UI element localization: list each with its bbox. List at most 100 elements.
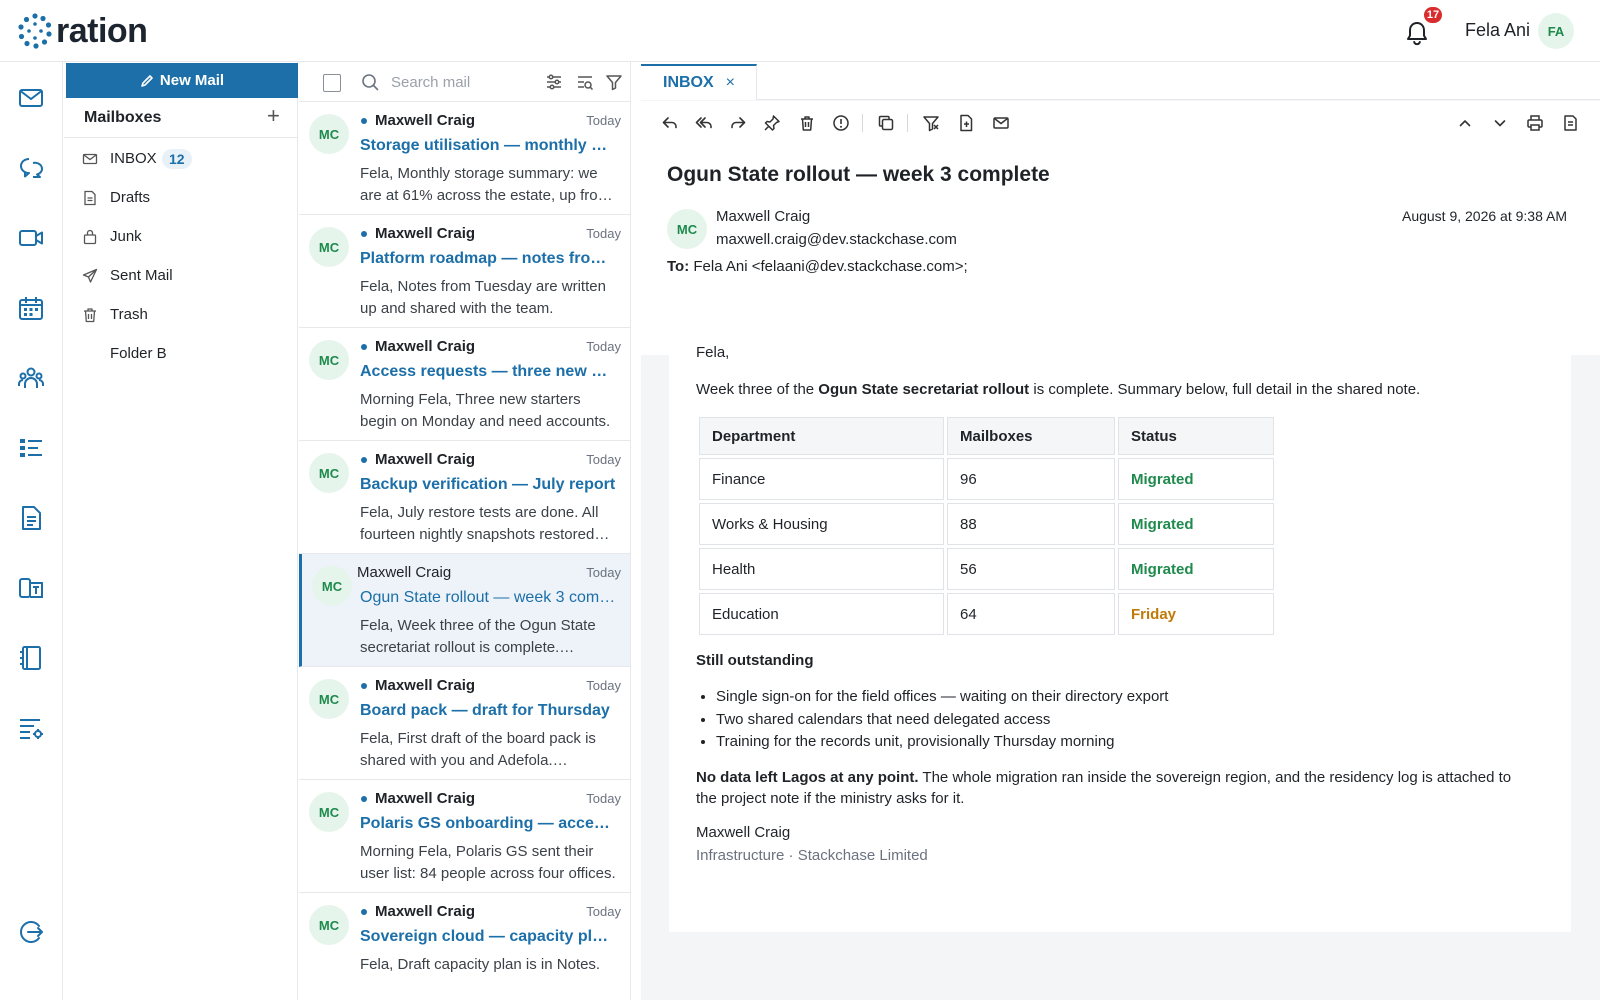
source-icon[interactable] [1561,114,1579,132]
intro-paragraph: Week three of the Ogun State secretariat… [696,381,1420,398]
greeting: Fela, [696,344,730,361]
list-item[interactable]: MC Maxwell Craig Today Platform roadmap … [299,215,630,328]
message-subject: Storage utilisation — monthly summary [360,137,616,154]
message-preview: Fela, July restore tests are done. All f… [360,504,599,543]
folder-inbox[interactable]: INBOX 12 [64,141,298,177]
outstanding-heading: Still outstanding [696,652,814,669]
video-icon[interactable] [17,224,45,252]
list-item-selected[interactable]: MC Maxwell Craig Today Ogun State rollou… [299,554,630,667]
message-subject: Board pack — draft for Thursday [360,702,610,719]
tab-close-button[interactable]: × [726,74,735,92]
status-cell: Friday [1118,593,1274,635]
trash-icon [84,308,96,323]
mail-icon[interactable] [17,84,45,112]
pin-icon[interactable] [763,114,781,132]
copy-icon[interactable] [877,114,895,132]
translate-icon[interactable] [17,574,45,602]
list-item[interactable]: MC Maxwell Craig Today Backup verificati… [299,441,630,554]
logout-icon[interactable] [17,918,45,946]
unread-dot [361,909,367,915]
sender-avatar: MC [309,453,349,493]
sender-name: Maxwell Craig [375,338,476,355]
signature-org: Infrastructure · Stackchase Limited [696,847,928,864]
list-item[interactable]: MC Maxwell Craig Today Storage utilisati… [299,102,630,215]
book-icon[interactable] [17,644,45,672]
list-item[interactable]: MC Maxwell Craig Today Access requests —… [299,328,630,441]
search-input[interactable] [391,70,531,94]
envelope-icon[interactable] [992,114,1010,132]
tab-inbox[interactable]: INBOX × [641,64,757,100]
mailboxes-cell: 56 [947,548,1115,590]
delete-icon[interactable] [798,114,816,132]
status-cell: Migrated [1118,458,1274,500]
unread-dot [361,344,367,350]
department-cell: Finance [699,458,944,500]
settings-list-icon[interactable] [17,714,45,742]
add-folder-button[interactable]: + [267,104,280,128]
message-date: Today [586,452,621,467]
report-icon[interactable] [832,114,850,132]
tasks-icon[interactable] [17,434,45,462]
unread-dot [361,231,367,237]
previous-message-icon[interactable] [1456,114,1474,132]
outstanding-list: Single sign-on for the field offices — w… [714,686,1168,754]
reply-all-icon[interactable] [695,114,713,132]
folder-drafts[interactable]: Drafts [64,180,298,216]
folder-sent[interactable]: Sent Mail [64,258,298,294]
new-mail-button[interactable]: New Mail [66,63,298,98]
sender-name[interactable]: Maxwell Craig [716,208,810,225]
people-icon[interactable] [17,364,45,392]
message-list: MC Maxwell Craig Today Storage utilisati… [299,62,631,1000]
top-bar: ration 17 Fela Ani FA [0,0,1600,62]
folder-trash[interactable]: Trash [64,297,298,333]
sliders-icon[interactable] [545,73,563,91]
toolbar-divider [907,114,908,132]
list-item[interactable]: MC Maxwell Craig Today Sovereign cloud —… [299,893,630,1000]
select-all-checkbox[interactable] [323,74,341,92]
column-header: Department [699,417,944,455]
user-avatar[interactable]: FA [1538,13,1574,49]
list-item[interactable]: MC Maxwell Craig Today Board pack — draf… [299,667,630,780]
folder-label: Junk [110,228,142,245]
notes-icon[interactable] [17,504,45,532]
filter-off-icon[interactable] [922,114,940,132]
sender-name: Maxwell Craig [357,564,452,581]
sent-icon [82,268,98,283]
forward-icon[interactable] [729,114,747,132]
app-logo[interactable]: ration [16,12,148,50]
table-row: Health 56 Migrated [699,548,1274,590]
next-message-icon[interactable] [1491,114,1509,132]
sender-email[interactable]: maxwell.craig@dev.stackchase.com [716,231,957,248]
table-row: Finance 96 Migrated [699,458,1274,500]
signature-name: Maxwell Craig [696,824,791,841]
list-item: Two shared calendars that need delegated… [716,709,1168,732]
sender-avatar: MC [309,679,349,719]
drafts-icon [84,190,96,206]
message-date: Today [586,565,621,580]
user-name[interactable]: Fela Ani [1465,20,1530,41]
sender-avatar: MC [309,792,349,832]
table-row: Education 64 Friday [699,593,1274,635]
folder-b[interactable]: Folder B [64,336,298,372]
file-export-icon[interactable] [957,114,975,132]
calendar-icon[interactable] [17,294,45,322]
message-date: Today [586,904,621,919]
sender-name: Maxwell Craig [375,677,476,694]
to-label: To: [667,258,690,275]
folder-junk[interactable]: Junk [64,219,298,255]
reply-icon[interactable] [661,114,679,132]
to-value[interactable]: Fela Ani <felaani@dev.stackchase.com>; [693,258,967,275]
list-item[interactable]: MC Maxwell Craig Today Polaris GS onboar… [299,780,630,893]
print-icon[interactable] [1526,114,1544,132]
message-subject: Sovereign cloud — capacity plan draft [360,928,616,945]
search-list-icon[interactable] [576,73,594,91]
sender-avatar: MC [667,209,707,249]
intro-text: is complete. Summary below, full detail … [1029,381,1421,398]
mailbox-panel: New Mail Mailboxes + INBOX 12 Drafts Jun… [64,62,298,1000]
search-icon [362,74,379,91]
filter-icon[interactable] [605,73,623,91]
chat-icon[interactable] [17,154,45,182]
sender-name: Maxwell Craig [375,790,476,807]
intro-bold: Ogun State secretariat rollout [818,381,1030,398]
status-cell: Migrated [1118,548,1274,590]
